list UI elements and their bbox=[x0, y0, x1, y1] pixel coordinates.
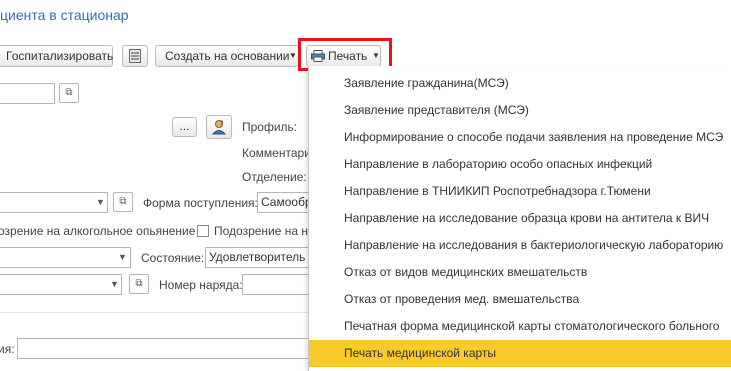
bottom-field-label: ия: bbox=[0, 342, 15, 356]
menu-item[interactable]: Направление на исследование образца кров… bbox=[309, 205, 731, 232]
menu-item[interactable]: Печатная форма медицинской карты стомато… bbox=[309, 313, 731, 340]
brigade-field[interactable] bbox=[0, 274, 122, 295]
menu-item[interactable]: Направление на исследования в бактериоло… bbox=[309, 232, 731, 259]
top-field[interactable] bbox=[0, 83, 55, 104]
hospitalize-button-label: Госпитализировать bbox=[6, 49, 114, 63]
page-title-link[interactable]: циента в стационар bbox=[0, 7, 129, 23]
menu-item[interactable]: Отказ от видов медицинских вмешательств bbox=[309, 259, 731, 286]
doctor-select-button[interactable]: ? bbox=[206, 115, 232, 139]
comment-label: Комментари bbox=[242, 146, 311, 160]
menu-item[interactable]: Заявление гражданина(МСЭ) bbox=[309, 70, 731, 97]
open-icon[interactable]: ⧉ bbox=[129, 274, 149, 294]
open-icon[interactable]: ⧉ bbox=[113, 192, 133, 212]
list-icon bbox=[129, 49, 141, 63]
menu-item-label: Информирование о способе подачи заявлени… bbox=[344, 130, 724, 144]
profile-label: Профиль: bbox=[242, 120, 298, 134]
menu-item-label: Заявление представителя (МСЭ) bbox=[344, 103, 529, 117]
hospitalize-button[interactable]: Госпитализировать bbox=[0, 45, 113, 67]
list-view-button[interactable] bbox=[122, 45, 148, 67]
dropdown-arrow-icon[interactable]: ▼ bbox=[118, 252, 127, 262]
ellipsis-button[interactable]: ... bbox=[172, 117, 197, 137]
menu-item-label: Направление в ТНИИКИП Роспотребнадзора г… bbox=[344, 184, 651, 198]
ellipsis-label: ... bbox=[179, 119, 190, 133]
dropdown-arrow-icon[interactable]: ▼ bbox=[96, 197, 105, 207]
suspicion-checkbox[interactable] bbox=[197, 225, 209, 237]
order-number-label: Номер наряда: bbox=[159, 278, 243, 292]
create-based-on-button[interactable]: Создать на основании ▼ bbox=[155, 45, 299, 67]
department-label: Отделение: bbox=[242, 170, 307, 184]
menu-item-label: Печать медицинской карты bbox=[344, 346, 497, 360]
open-icon[interactable]: ⧉ bbox=[59, 83, 79, 103]
menu-item-label: Направление в лабораторию особо опасных … bbox=[344, 157, 653, 171]
admission-source-field[interactable] bbox=[0, 192, 108, 213]
menu-item[interactable]: Заявление представителя (МСЭ) bbox=[309, 97, 731, 124]
state-source-field[interactable] bbox=[0, 247, 131, 268]
chevron-down-icon: ▼ bbox=[289, 51, 297, 60]
admission-form-field[interactable]: Самообр bbox=[257, 192, 309, 213]
menu-item-label: Направление на исследование образца кров… bbox=[344, 211, 710, 225]
bottom-field[interactable] bbox=[17, 338, 309, 359]
admission-form-label: Форма поступления: bbox=[143, 196, 258, 210]
dropdown-arrow-icon[interactable]: ▼ bbox=[110, 279, 119, 289]
create-based-on-label: Создать на основании bbox=[165, 49, 290, 63]
state-label: Состояние: bbox=[141, 251, 205, 265]
menu-item-label: Направление на исследования в бактериоло… bbox=[344, 238, 724, 252]
separator bbox=[0, 312, 308, 313]
svg-text:?: ? bbox=[220, 121, 224, 127]
menu-item[interactable]: Информирование о способе подачи заявлени… bbox=[309, 124, 731, 151]
menu-item[interactable]: Направление в лабораторию особо опасных … bbox=[309, 151, 731, 178]
suspicion-label: Подозрение на на bbox=[214, 224, 315, 238]
menu-item-label: Заявление гражданина(МСЭ) bbox=[344, 76, 509, 90]
menu-item[interactable]: Отказ от проведения мед. вмешательства bbox=[309, 286, 731, 313]
menu-item-label: Печатная форма медицинской карты стомато… bbox=[344, 319, 720, 333]
state-field[interactable]: Удовлетворитель bbox=[205, 247, 309, 268]
menu-item-label: Отказ от видов медицинских вмешательств bbox=[344, 265, 588, 279]
print-menu: Заявление гражданина(МСЭ) Заявление пред… bbox=[308, 66, 731, 371]
alcohol-suspicion-label: озрение на алкогольное опьянение bbox=[0, 224, 196, 238]
menu-item-label: Отказ от проведения мед. вмешательства bbox=[344, 292, 580, 306]
menu-item-selected[interactable]: Печать медицинской карты bbox=[309, 340, 731, 367]
order-number-field[interactable] bbox=[242, 274, 309, 295]
menu-item[interactable]: Направление в ТНИИКИП Роспотребнадзора г… bbox=[309, 178, 731, 205]
person-icon: ? bbox=[211, 120, 227, 135]
